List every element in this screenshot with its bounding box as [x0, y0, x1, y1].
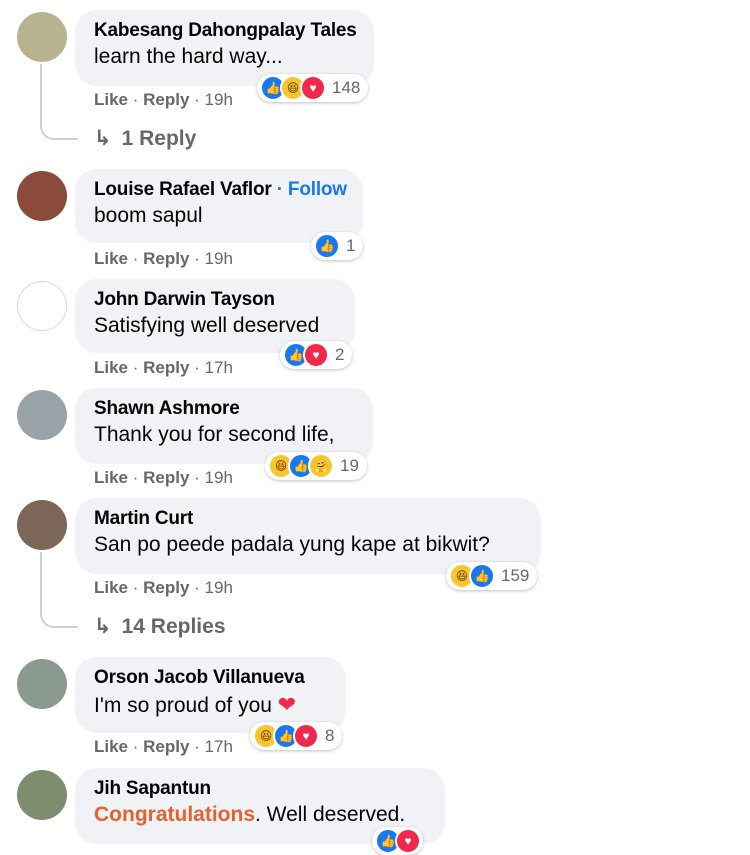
separator: ·	[128, 358, 144, 377]
reply-arrow-icon: ↳	[94, 615, 112, 638]
highlighted-word: Congratulations	[94, 803, 255, 826]
timestamp[interactable]: 17h	[205, 358, 233, 377]
timestamp[interactable]: 17h	[205, 737, 233, 756]
reply-button[interactable]: Reply	[143, 578, 189, 597]
reply-button[interactable]: Reply	[143, 90, 189, 109]
reply-button[interactable]: Reply	[143, 249, 189, 268]
comment-text: learn the hard way...	[94, 45, 283, 68]
reaction-count: 159	[501, 566, 530, 585]
commenter-name[interactable]: Jih Sapantun	[94, 778, 426, 800]
care-reaction-icon: 🤗	[308, 453, 334, 479]
reaction-count: 1	[346, 236, 356, 255]
separator: ·	[189, 468, 205, 487]
comment-actions: Like · Reply · 19h	[94, 578, 233, 598]
thread-connector	[40, 610, 78, 628]
timestamp[interactable]: 19h	[205, 578, 233, 597]
comment-actions: Like · Reply · 17h	[94, 358, 233, 378]
comment-text: San po peede padala yung kape at bikwit?	[94, 533, 490, 556]
reply-button[interactable]: Reply	[143, 737, 189, 756]
love-reaction-icon: ♥	[293, 723, 319, 749]
view-replies-link[interactable]: ↳ 14 Replies	[94, 614, 226, 639]
commenter-name[interactable]: John Darwin Tayson	[94, 289, 336, 311]
separator: ·	[189, 90, 205, 109]
reply-button[interactable]: Reply	[143, 468, 189, 487]
reaction-summary[interactable]: 😆 👍 159	[446, 562, 538, 590]
separator: ·	[128, 90, 144, 109]
commenter-name: Louise Rafael Vaflor · Follow	[94, 179, 347, 200]
like-button[interactable]: Like	[94, 578, 128, 597]
reaction-count: 148	[332, 78, 361, 97]
timestamp[interactable]: 19h	[205, 468, 233, 487]
like-button[interactable]: Like	[94, 737, 128, 756]
heart-emoji-icon: ❤	[277, 692, 297, 717]
like-reaction-icon: 👍	[314, 233, 340, 259]
commenter-name-link[interactable]: Louise Rafael Vaflor	[94, 179, 272, 200]
like-reaction-icon: 👍	[469, 563, 495, 589]
follow-button[interactable]: Follow	[288, 179, 347, 200]
reply-arrow-icon: ↳	[94, 127, 112, 150]
reaction-summary[interactable]: 😆 👍 ♥ 8	[250, 722, 343, 750]
reaction-summary[interactable]: 👍 ♥ 2	[280, 341, 353, 369]
separator: ·	[189, 737, 205, 756]
avatar[interactable]	[17, 390, 67, 440]
avatar[interactable]	[17, 659, 67, 709]
avatar[interactable]	[17, 171, 67, 221]
separator: ·	[128, 249, 144, 268]
timestamp[interactable]: 19h	[205, 90, 233, 109]
separator: ·	[128, 468, 144, 487]
avatar[interactable]	[17, 12, 67, 62]
love-reaction-icon: ♥	[303, 342, 329, 368]
view-replies-link[interactable]: ↳ 1 Reply	[94, 126, 196, 151]
comment-actions: Like · Reply · 19h	[94, 249, 233, 269]
reaction-summary[interactable]: 👍 😆 ♥ 148	[257, 74, 369, 102]
reaction-count: 2	[335, 345, 345, 364]
comment-text: I'm so proud of you ❤	[94, 692, 297, 717]
like-button[interactable]: Like	[94, 358, 128, 377]
comment-actions: Like · Reply · 19h	[94, 90, 233, 110]
avatar[interactable]	[17, 500, 67, 550]
thread-line	[40, 64, 42, 126]
comment-actions: Like · Reply · 17h	[94, 737, 233, 757]
separator: ·	[128, 578, 144, 597]
commenter-name[interactable]: Kabesang Dahongpalay Tales	[94, 20, 357, 42]
comment-text: Thank you for second life,	[94, 423, 335, 446]
like-button[interactable]: Like	[94, 90, 128, 109]
reaction-summary[interactable]: 😆 👍 🤗 19	[265, 452, 367, 480]
separator: ·	[189, 358, 205, 377]
separator: ·	[189, 249, 205, 268]
separator: ·	[128, 737, 144, 756]
reply-button[interactable]: Reply	[143, 358, 189, 377]
comment-actions: Like · Reply · 19h	[94, 468, 233, 488]
commenter-name[interactable]: Martin Curt	[94, 508, 522, 530]
love-reaction-icon: ♥	[300, 75, 326, 101]
reaction-summary[interactable]: 👍 1	[311, 232, 364, 260]
timestamp[interactable]: 19h	[205, 249, 233, 268]
comment-text: Satisfying well deserved	[94, 314, 320, 337]
commenter-name[interactable]: Orson Jacob Villanueva	[94, 667, 327, 689]
reaction-count: 8	[325, 726, 335, 745]
like-button[interactable]: Like	[94, 468, 128, 487]
commenter-name[interactable]: Shawn Ashmore	[94, 398, 354, 420]
separator: ·	[189, 578, 205, 597]
avatar[interactable]	[17, 281, 67, 331]
like-button[interactable]: Like	[94, 249, 128, 268]
love-reaction-icon: ♥	[395, 828, 421, 854]
thread-line	[40, 552, 42, 614]
thread-connector	[40, 122, 78, 140]
reaction-count: 19	[340, 456, 359, 475]
comment-text: Congratulations. Well deserved.	[94, 803, 406, 826]
reaction-summary[interactable]: 👍 ♥	[372, 827, 423, 855]
comment-text: boom sapul	[94, 204, 203, 227]
avatar[interactable]	[17, 770, 67, 820]
